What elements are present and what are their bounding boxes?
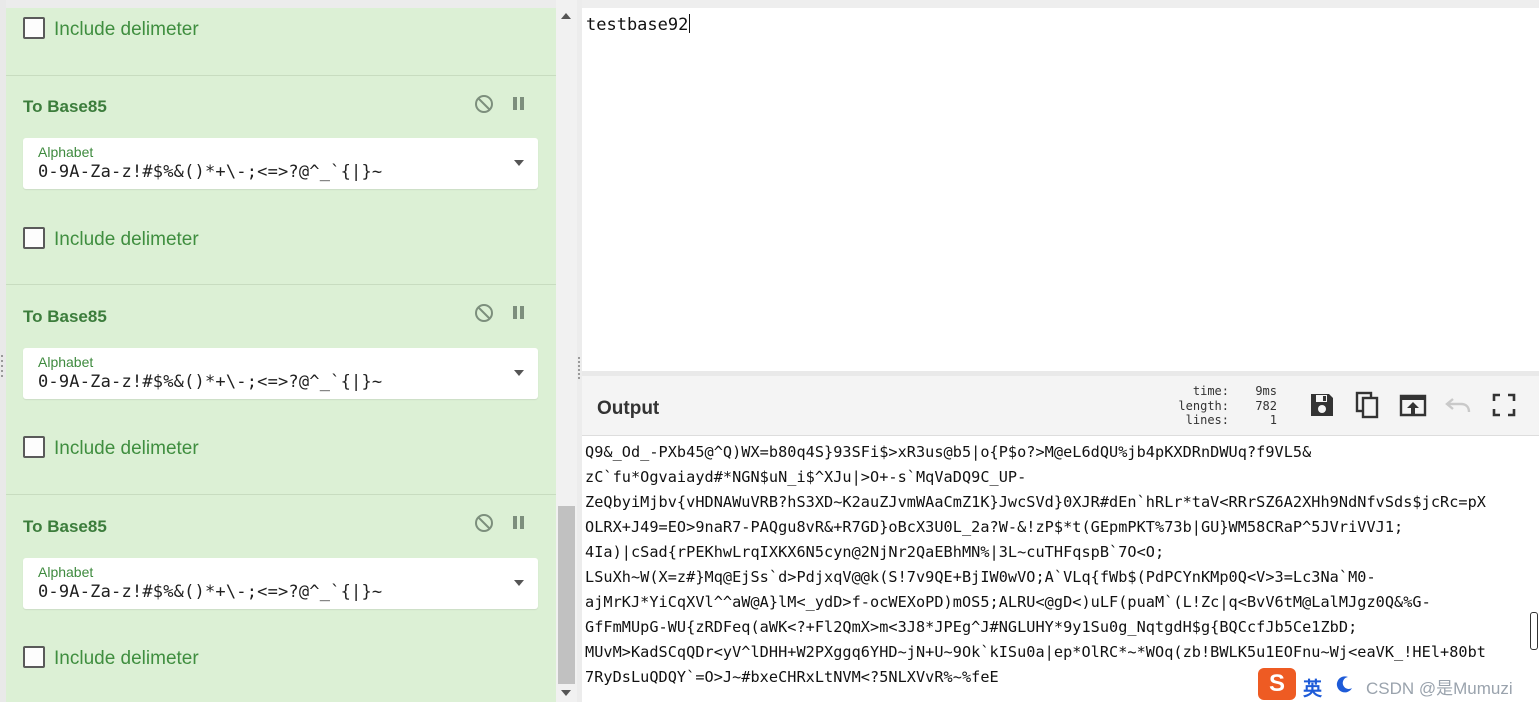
- alphabet-value: 0-9A-Za-z!#$%&()*+\-;<=>?@^_`{|}~: [38, 582, 383, 602]
- recipe-panel: Include delimeter To Base85 Alphabet 0-9…: [0, 0, 556, 702]
- include-delimiter-label-3: Include delimeter: [54, 648, 199, 669]
- alphabet-label: Alphabet: [38, 354, 94, 370]
- scroll-down-arrow-icon[interactable]: [561, 690, 571, 696]
- length-value: 782: [1255, 398, 1277, 413]
- watermark: CSDN @是Mumuzi: [1366, 679, 1513, 698]
- pause-icon[interactable]: [512, 305, 526, 321]
- output-line: GfFmMUpG-WU{zRDFeq(aWK<?+Fl2QmX>m<3J8*JP…: [585, 618, 1358, 636]
- include-delimiter-label-1: Include delimeter: [54, 229, 199, 250]
- moon-icon[interactable]: [1336, 675, 1354, 693]
- alphabet-label: Alphabet: [38, 144, 94, 160]
- input-textarea[interactable]: testbase92: [582, 8, 1539, 372]
- chevron-down-icon[interactable]: [514, 160, 524, 166]
- alphabet-select[interactable]: Alphabet 0-9A-Za-z!#$%&()*+\-;<=>?@^_`{|…: [23, 348, 538, 399]
- operation-title: To Base85: [23, 97, 107, 116]
- recipe-scrollbar[interactable]: [556, 0, 577, 702]
- alphabet-value: 0-9A-Za-z!#$%&()*+\-;<=>?@^_`{|}~: [38, 162, 383, 182]
- save-icon[interactable]: [1307, 390, 1337, 420]
- panel-edge: [0, 0, 6, 702]
- output-line: LSuXh~W(X=z#}Mq@EjSs`d>PdjxqV@@k(S!7v9QE…: [585, 568, 1376, 586]
- copy-icon[interactable]: [1352, 390, 1382, 420]
- chevron-down-icon[interactable]: [514, 580, 524, 586]
- output-scrollbar[interactable]: [1529, 436, 1539, 702]
- system-tray: S 英 CSDN @是Mumuzi: [1256, 666, 1539, 702]
- maximise-icon[interactable]: [1489, 390, 1519, 420]
- op-divider: [6, 75, 556, 76]
- pause-icon[interactable]: [512, 515, 526, 531]
- operation-title: To Base85: [23, 307, 107, 326]
- chevron-down-icon[interactable]: [514, 370, 524, 376]
- include-delimiter-checkbox-3[interactable]: [23, 646, 45, 668]
- replace-input-icon[interactable]: [1398, 390, 1428, 420]
- include-delimiter-checkbox-1[interactable]: [23, 227, 45, 249]
- ime-language[interactable]: 英: [1303, 674, 1322, 701]
- input-text: testbase92: [586, 15, 689, 35]
- op-divider: [6, 284, 556, 285]
- no-entry-icon[interactable]: [474, 513, 494, 533]
- scroll-up-arrow-icon[interactable]: [561, 13, 571, 19]
- ime-logo[interactable]: S: [1258, 668, 1296, 700]
- output-header: Output time: 9ms length: 782 lines: 1: [582, 376, 1539, 436]
- alphabet-select[interactable]: Alphabet 0-9A-Za-z!#$%&()*+\-;<=>?@^_`{|…: [23, 138, 538, 189]
- scrollbar-thumb[interactable]: [558, 506, 575, 684]
- time-label: time:: [1192, 384, 1229, 398]
- output-line: ajMrKJ*YiCqXVl^^aW@A}lM<_ydD>f-ocWEXoPD)…: [585, 593, 1431, 611]
- output-line: 7RyDsLuQDQY`=O>J~#bxeCHRxLtNVM<?5NLXVvR%…: [585, 668, 999, 686]
- alphabet-select[interactable]: Alphabet 0-9A-Za-z!#$%&()*+\-;<=>?@^_`{|…: [23, 558, 538, 609]
- alphabet-value: 0-9A-Za-z!#$%&()*+\-;<=>?@^_`{|}~: [38, 372, 383, 392]
- alphabet-label: Alphabet: [38, 564, 94, 580]
- include-delimiter-label-0: Include delimeter: [54, 19, 199, 40]
- output-line: OLRX+J49=EO>9naR7-PAQgu8vR&+R7GD}oBcX3U0…: [585, 518, 1404, 536]
- lines-label: lines:: [1185, 413, 1229, 427]
- output-line: ZeQbyiMjbv{vHDNAWuVRB?hS3XD~K2auZJvmWAaC…: [585, 493, 1486, 511]
- undo-icon[interactable]: [1443, 390, 1473, 420]
- output-line: MUvM>KadSCqQDr<yV^lDHH+W2PXggq6YHD~jN+U~…: [585, 643, 1486, 661]
- op-divider: [6, 494, 556, 495]
- scrollbar-thumb[interactable]: [1530, 612, 1538, 650]
- length-label: length:: [1178, 398, 1229, 413]
- include-delimiter-checkbox-2[interactable]: [23, 436, 45, 458]
- include-delimiter-label-2: Include delimeter: [54, 438, 199, 459]
- input-top-strip: [582, 0, 1539, 8]
- output-title: Output: [597, 398, 660, 419]
- pause-icon[interactable]: [512, 96, 526, 112]
- no-entry-icon[interactable]: [474, 94, 494, 114]
- time-value: 9ms: [1255, 384, 1277, 398]
- drag-handle[interactable]: [1, 352, 5, 380]
- output-textarea[interactable]: Q9&_Od_-PXb45@^Q)WX=b80q4S}93SFi$>xR3us@…: [582, 436, 1529, 702]
- output-line: 4Ia)|cSad{rPEKhwLrqIXKX6N5cyn@2NjNr2QaEB…: [585, 543, 1165, 561]
- panel-top-strip: [6, 0, 556, 8]
- output-line: zC`fu*Ogvaiayd#*NGN$uN_i$^XJu|>O+-s`MqVa…: [585, 468, 1027, 486]
- include-delimiter-checkbox-0[interactable]: [23, 17, 45, 39]
- operation-title: To Base85: [23, 517, 107, 536]
- output-stats: time: 9ms length: 782 lines: 1: [1177, 384, 1277, 428]
- lines-value: 1: [1269, 413, 1277, 427]
- no-entry-icon[interactable]: [474, 303, 494, 323]
- output-line: Q9&_Od_-PXb45@^Q)WX=b80q4S}93SFi$>xR3us@…: [585, 443, 1312, 461]
